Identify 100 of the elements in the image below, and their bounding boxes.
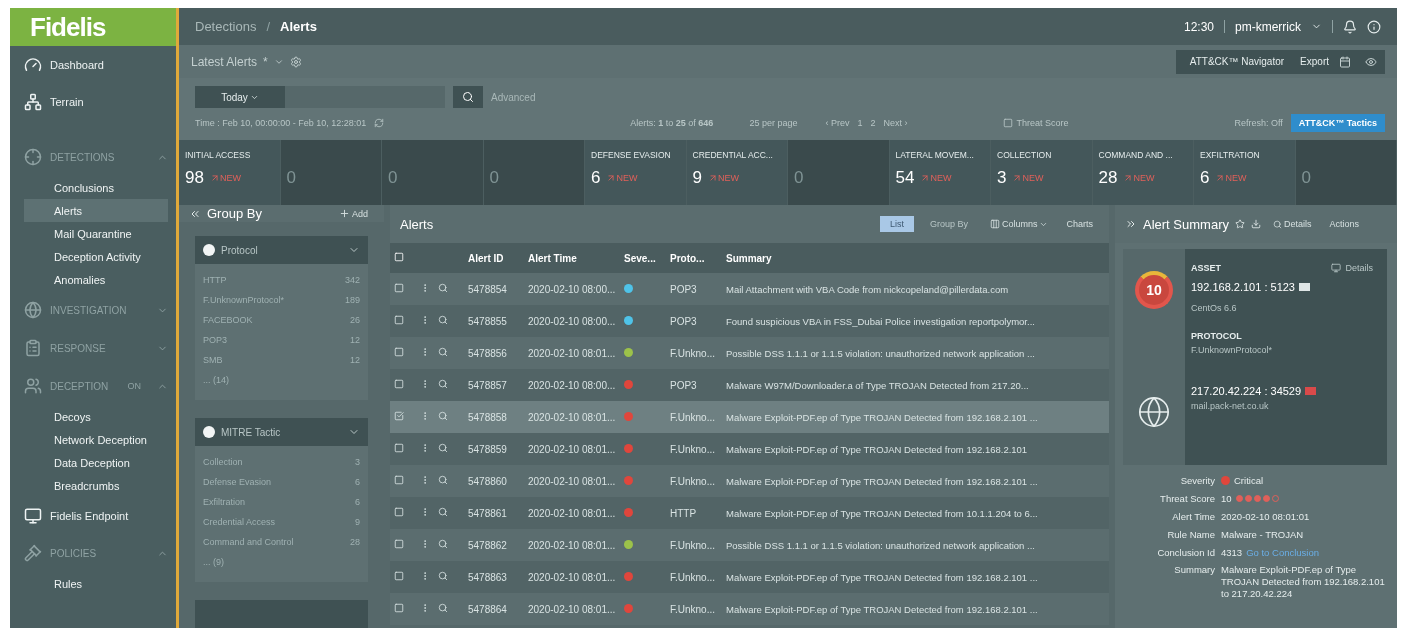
page-size-dropdown[interactable]: 25 per page [749,118,798,128]
tactic-tile[interactable]: COLLECTION 3 NEW [991,140,1093,205]
group-item[interactable]: F.UnknownProtocol* [203,295,285,305]
search-button[interactable] [453,86,483,108]
threat-score-checkbox[interactable]: Threat Score [1003,118,1069,128]
checkbox[interactable] [394,379,404,389]
search-icon[interactable] [438,539,448,549]
nav-section[interactable]: DECEPTION ON [10,367,176,405]
column-header[interactable]: Alert ID [464,243,524,273]
group-item[interactable]: POP3 [203,335,227,345]
nav-subitem[interactable]: Decoys [24,405,168,428]
group-item[interactable]: Exfiltration [203,497,246,507]
star-icon[interactable] [1234,219,1245,229]
search-icon[interactable] [438,443,448,453]
conclusion-link[interactable]: Go to Conclusion [1246,546,1319,559]
search-icon[interactable] [438,347,448,357]
tactic-tile[interactable]: CREDENTIAL ACC... 9 NEW [686,140,788,205]
search-icon[interactable] [438,603,448,613]
column-header[interactable]: Seve... [620,243,666,273]
search-icon[interactable] [438,379,448,389]
user-menu[interactable]: pm-kmerrick [1235,19,1301,34]
group-item[interactable]: HTTP [203,275,227,285]
more-link[interactable]: ... (9) [203,557,224,567]
download-icon[interactable] [1250,219,1261,229]
calendar-icon[interactable] [1339,55,1351,68]
nav-subitem[interactable]: Network Deception [24,428,168,451]
expand-icon[interactable] [1125,218,1137,230]
notification-icon[interactable] [1343,19,1357,34]
checkbox[interactable] [394,507,404,517]
nav-subitem[interactable]: Deception Activity [24,245,168,268]
more-link[interactable]: ... (14) [203,375,229,385]
actions-menu[interactable]: Actions [1323,218,1365,230]
column-header[interactable]: Proto... [666,243,722,273]
pager-link[interactable]: ‹ Prev [825,118,850,128]
view-tab[interactable]: Group By [919,216,978,232]
checkbox[interactable] [394,315,404,325]
search-icon[interactable] [438,475,448,485]
tactic-tile[interactable]: LATERAL MOVEM... 54 NEW [889,140,991,205]
range-dropdown[interactable]: Today [195,86,285,108]
column-header[interactable]: Summary [722,243,1109,273]
checkbox[interactable] [394,539,404,549]
pager-link[interactable]: 2 [870,118,876,128]
info-icon[interactable] [1367,19,1381,34]
nav-item[interactable]: Fidelis Endpoint [10,497,176,534]
checkbox[interactable] [394,347,404,357]
search-icon[interactable] [438,571,448,581]
group-item[interactable]: Defense Evasion [203,477,272,487]
nav-subitem[interactable]: Conclusions [24,176,168,199]
toggle-icon[interactable] [203,426,215,438]
tactic-tile[interactable]: COMMAND AND ... 28 NEW [1092,140,1194,205]
group-item[interactable]: Command and Control [203,537,294,547]
nav-subitem[interactable]: Breadcrumbs [24,474,168,497]
breadcrumb-item[interactable]: Detections [195,19,257,34]
charts-button[interactable]: Charts [1060,218,1099,230]
column-header[interactable]: Alert Time [524,243,620,273]
nav-subitem[interactable]: Data Deception [24,451,168,474]
toggle-icon[interactable] [203,244,215,256]
advanced-link[interactable]: Advanced [491,91,536,103]
tactic-tile[interactable]: EXFILTRATION 6 NEW [1194,140,1296,205]
nav-item[interactable]: Terrain [10,83,176,120]
nav-subitem[interactable]: Rules [24,572,168,595]
refresh-setting[interactable]: Refresh: Off [1234,118,1283,128]
search-icon[interactable] [438,507,448,517]
checkbox[interactable] [394,475,404,485]
breadcrumb-item[interactable]: Alerts [280,19,317,34]
add-button[interactable]: Add [333,207,374,220]
nav-subitem[interactable]: Mail Quarantine [24,222,168,245]
nav-subitem[interactable]: Anomalies [24,268,168,291]
pager-link[interactable]: 1 [857,118,863,128]
group-item[interactable]: SMB [203,355,223,365]
tactic-tile[interactable]: INITIAL ACCESS 98 NEW [179,140,281,205]
search-field[interactable] [285,86,445,108]
checkbox[interactable] [394,411,404,421]
pager-link[interactable]: Next › [883,118,908,128]
checkbox[interactable] [394,571,404,581]
nav-section[interactable]: RESPONSE [10,329,176,367]
nav-section[interactable]: POLICIES [10,534,176,572]
nav-section[interactable]: DETECTIONS [10,138,176,176]
columns-button[interactable]: Columns [983,218,1055,230]
group-item[interactable]: Credential Access [203,517,276,527]
search-icon[interactable] [438,315,448,325]
eye-icon[interactable] [1365,55,1377,68]
nav-section[interactable]: INVESTIGATION [10,291,176,329]
search-icon[interactable] [438,411,448,421]
checkbox[interactable] [394,443,404,453]
tactic-tile[interactable]: DEFENSE EVASION 6 NEW [585,140,687,205]
tactics-button[interactable]: ATT&CK™ Tactics [1290,114,1385,132]
checkbox[interactable] [394,283,404,293]
settings-icon[interactable] [289,55,302,68]
checkbox[interactable] [394,603,404,613]
view-tab[interactable]: List [879,216,914,232]
nav-item[interactable]: Dashboard [10,46,176,83]
group-item[interactable]: Collection [203,457,243,467]
group-item[interactable]: FACEBOOK [203,315,253,325]
refresh-icon[interactable] [374,118,385,128]
toolbar-button[interactable]: Export [1294,54,1335,69]
details-link[interactable]: Details [1266,218,1318,230]
search-icon[interactable] [438,283,448,293]
toolbar-button[interactable]: ATT&CK™ Navigator [1183,54,1291,69]
nav-subitem[interactable]: Alerts [24,199,168,222]
